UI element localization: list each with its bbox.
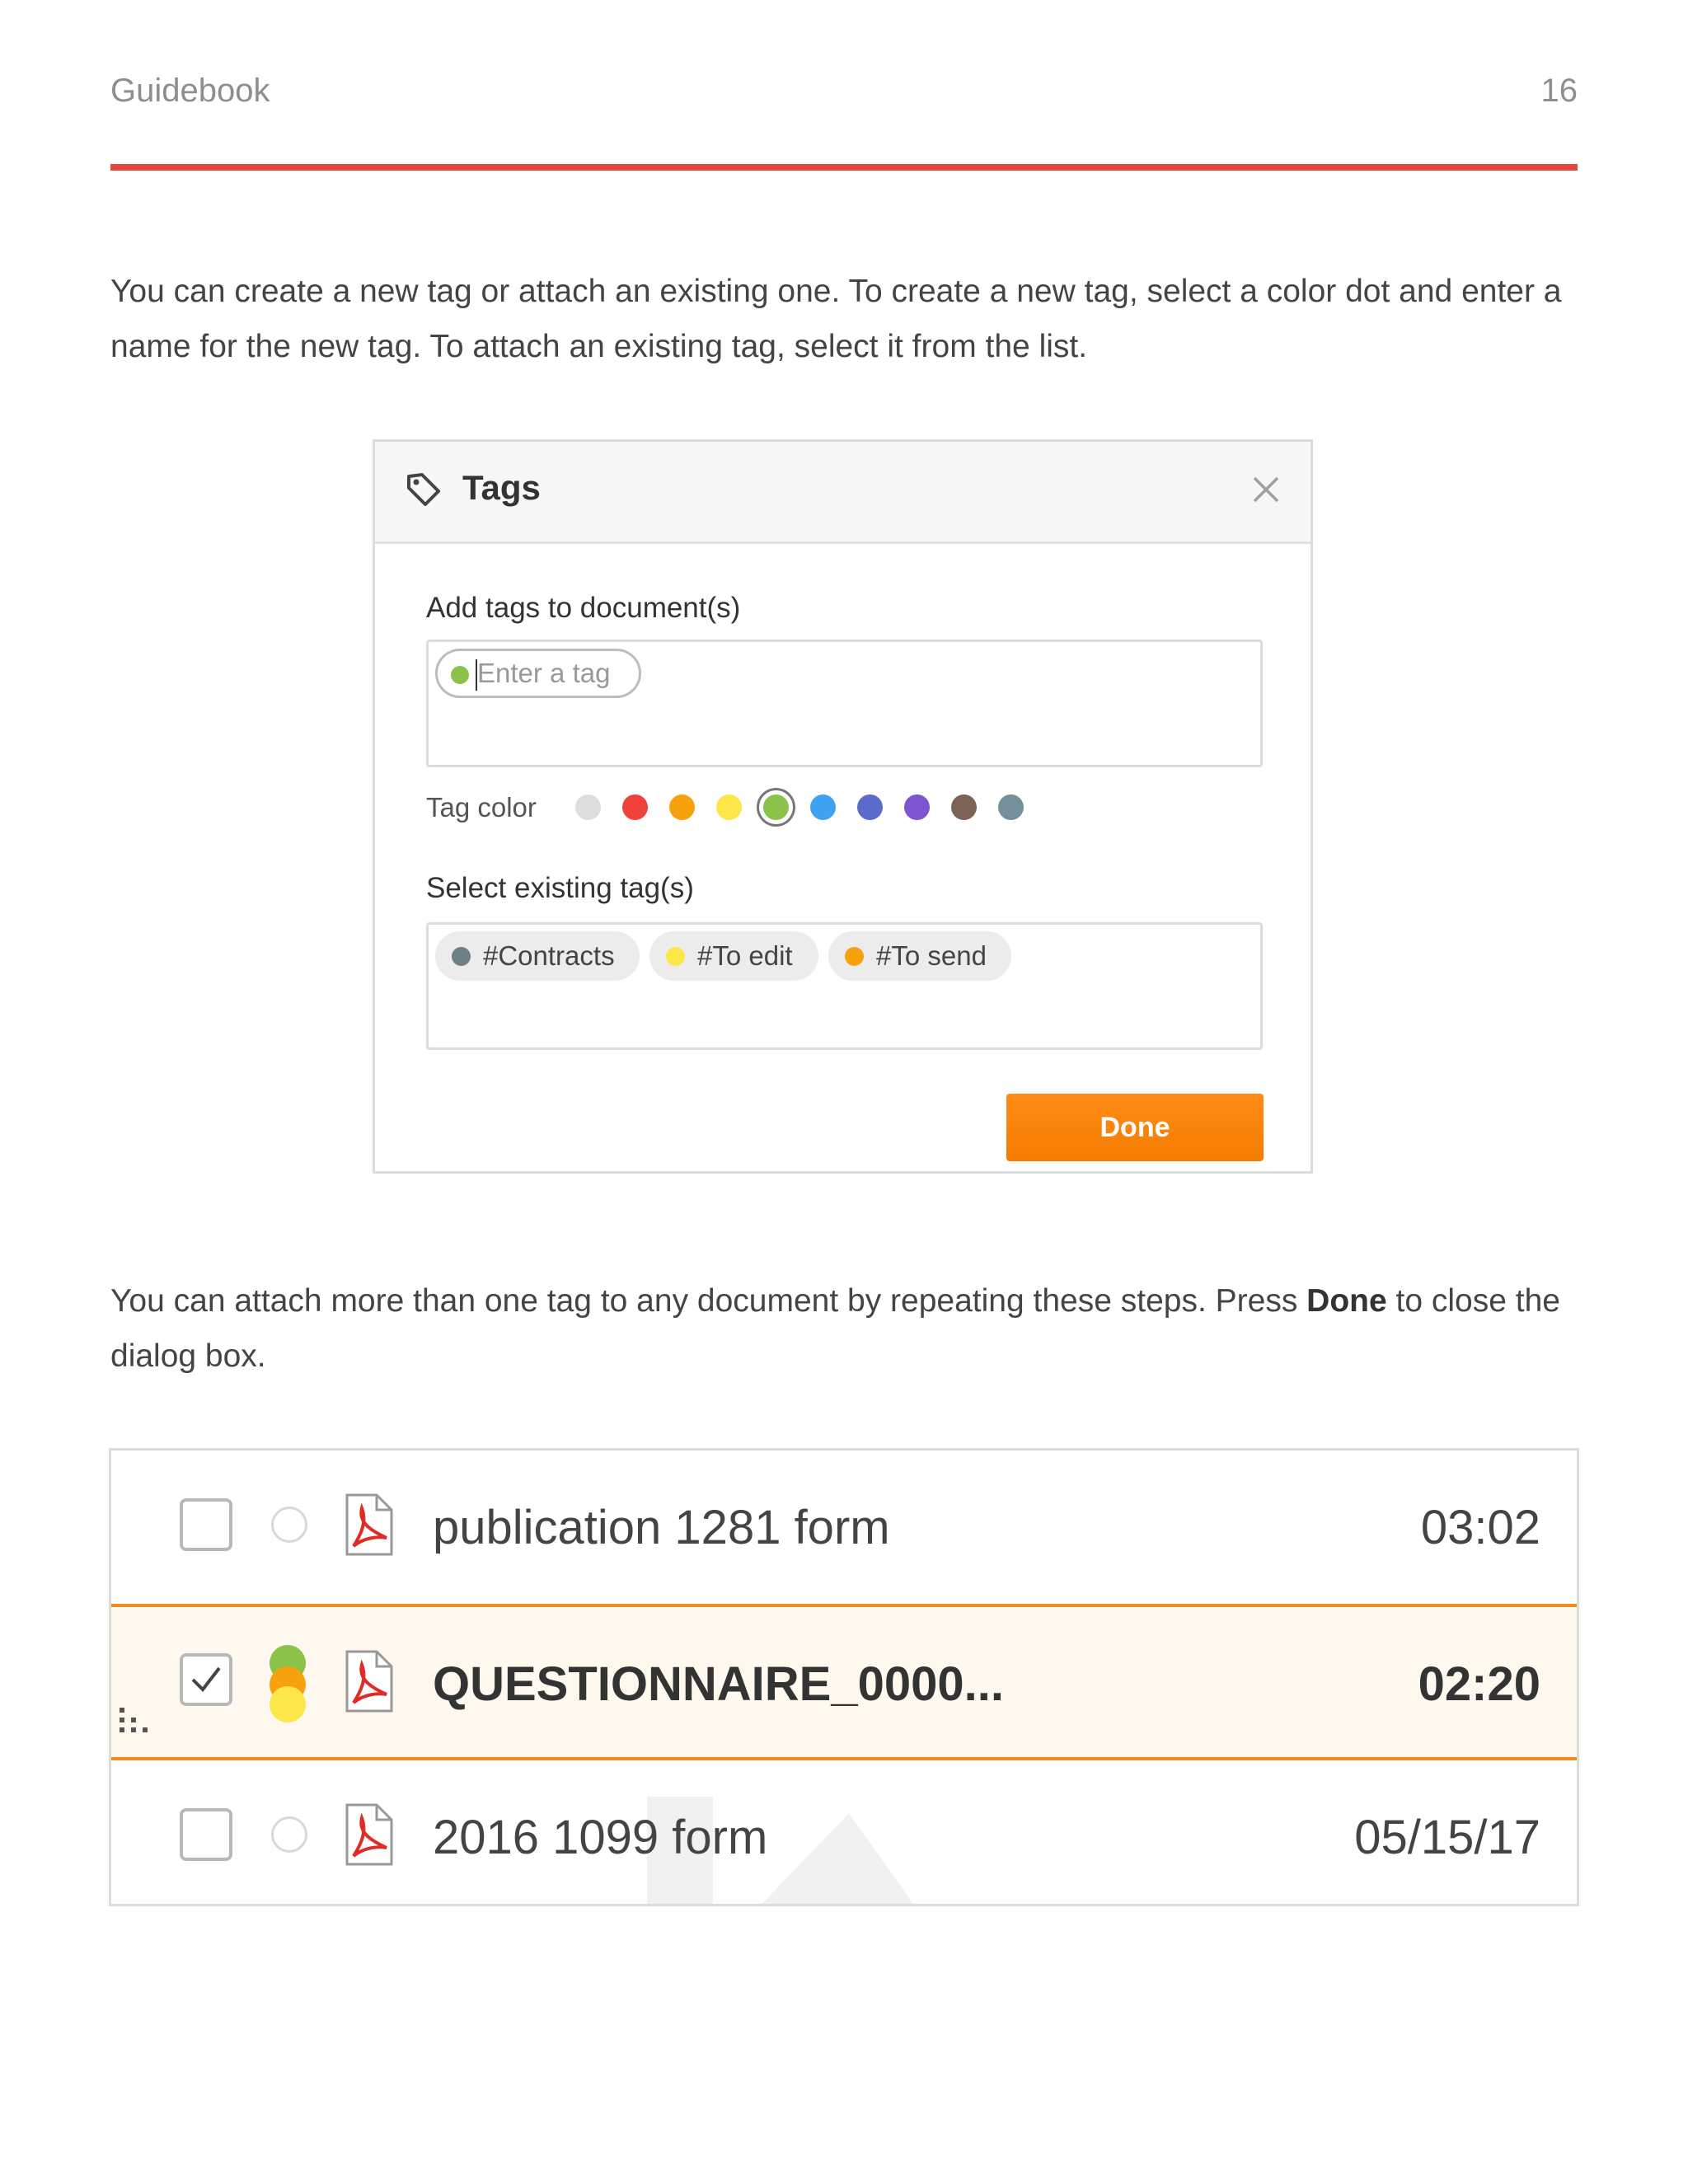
color-swatch-6[interactable]: [810, 794, 836, 820]
row-checkbox[interactable]: [180, 1498, 232, 1551]
select-existing-label: Select existing tag(s): [426, 872, 694, 904]
tag-color-dot: [451, 666, 469, 684]
tag-chip-label: #Contracts: [483, 940, 615, 971]
document-row[interactable]: 2016 1099 form 05/15/17: [111, 1760, 1577, 1904]
page-header-title: Guidebook: [110, 73, 270, 109]
tag-indicator-empty: [271, 1816, 307, 1853]
existing-tag-chip[interactable]: #To edit: [649, 931, 818, 981]
tag-indicator-empty: [271, 1507, 307, 1543]
color-swatch-4[interactable]: [716, 794, 742, 820]
checkmark-icon: [191, 1666, 221, 1693]
add-tags-field[interactable]: Enter a tag: [426, 640, 1263, 767]
file-time: 02:20: [1418, 1657, 1540, 1711]
tag-color-label: Tag color: [426, 792, 537, 823]
header-rule: [110, 164, 1578, 171]
intro-paragraph: You can create a new tag or attach an ex…: [110, 274, 1562, 364]
color-swatch-5[interactable]: [763, 794, 789, 820]
tag-icon: [407, 473, 440, 506]
file-name[interactable]: publication 1281 form: [433, 1500, 890, 1555]
tag-name-input[interactable]: Enter a tag: [435, 649, 641, 698]
done-button[interactable]: Done: [1006, 1094, 1264, 1161]
instruction-text-start: You can attach more than one tag to any …: [110, 1283, 1307, 1319]
pdf-icon: [345, 1493, 393, 1556]
page-number: 16: [1540, 73, 1578, 109]
dialog-title: Tags: [462, 468, 541, 507]
drag-handle-icon[interactable]: [118, 1708, 157, 1741]
file-time: 03:02: [1420, 1501, 1540, 1554]
existing-tag-chip[interactable]: #To send: [828, 931, 1011, 981]
existing-tags-field: #Contracts #To edit #To send: [426, 922, 1263, 1050]
pdf-icon: [345, 1803, 393, 1866]
color-swatch-8[interactable]: [904, 794, 930, 820]
done-emphasis: Done: [1306, 1283, 1387, 1319]
existing-tag-chip[interactable]: #Contracts: [435, 931, 640, 981]
document-row[interactable]: publication 1281 form 03:02: [111, 1451, 1577, 1604]
add-tags-label: Add tags to document(s): [426, 592, 741, 624]
color-swatch-10[interactable]: [998, 794, 1024, 820]
row-checkbox-checked[interactable]: [180, 1653, 232, 1706]
file-time: 05/15/17: [1354, 1811, 1540, 1864]
file-name[interactable]: 2016 1099 form: [433, 1810, 767, 1865]
tags-dialog: Tags Add tags to document(s) Enter a tag…: [373, 439, 1313, 1174]
tag-chip-label: #To send: [876, 940, 987, 971]
document-list: publication 1281 form 03:02 QUESTIONNAIR…: [109, 1448, 1579, 1906]
tag-chip-label: #To edit: [697, 940, 793, 971]
document-row-selected[interactable]: QUESTIONNAIRE_0000... 02:20: [111, 1604, 1577, 1760]
tag-color-dot: [452, 947, 471, 966]
tag-input-placeholder: Enter a tag: [477, 658, 611, 688]
tag-color-dot: [845, 947, 864, 966]
text-caret: [476, 659, 477, 691]
tag-color-stack-icon: [270, 1645, 306, 1722]
color-swatch-2[interactable]: [622, 794, 648, 820]
close-icon[interactable]: [1246, 470, 1286, 509]
color-swatch-9[interactable]: [951, 794, 977, 820]
pdf-icon: [345, 1650, 393, 1713]
instruction-paragraph: You can attach more than one tag to any …: [110, 1273, 1586, 1384]
color-swatch-3[interactable]: [669, 794, 695, 820]
dialog-header: Tags: [375, 442, 1311, 544]
row-checkbox[interactable]: [180, 1808, 232, 1861]
color-swatch-7[interactable]: [857, 794, 883, 820]
file-name[interactable]: QUESTIONNAIRE_0000...: [433, 1657, 1004, 1712]
tag-color-dot: [666, 947, 685, 966]
color-swatch-1[interactable]: [575, 794, 601, 820]
